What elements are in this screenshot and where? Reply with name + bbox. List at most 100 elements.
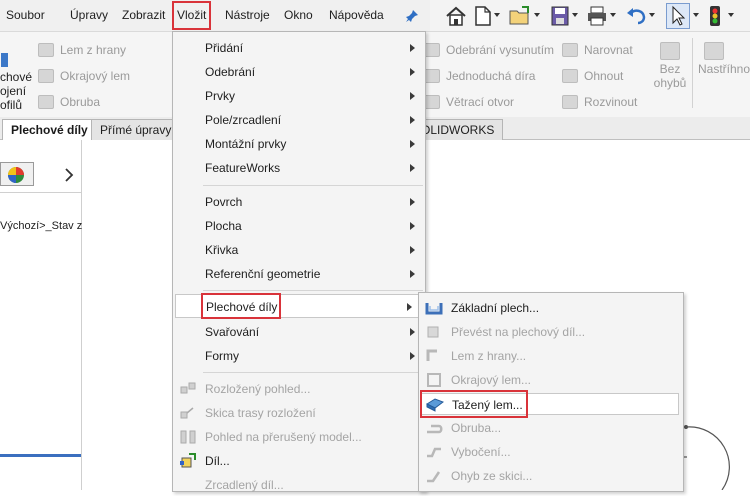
submenu-item-obruba[interactable]: Obruba... bbox=[419, 417, 683, 439]
menu-item-referencni-geometrie[interactable]: Referenční geometrie bbox=[173, 263, 425, 285]
ribbon-hem[interactable]: Obruba bbox=[38, 92, 100, 112]
ribbon-left-fragment[interactable]: chové ojení ofilů bbox=[0, 70, 32, 112]
chevron-down-icon[interactable] bbox=[649, 13, 655, 17]
menu-item-montazni-prvky[interactable]: Montážní prvky bbox=[173, 133, 425, 155]
edge-flange-icon bbox=[38, 43, 54, 57]
chevron-right-icon[interactable] bbox=[64, 168, 74, 182]
tab-direct-editing[interactable]: Přímé úpravy bbox=[91, 119, 181, 140]
menu-item-svarovani[interactable]: Svařování bbox=[173, 321, 425, 343]
menu-separator bbox=[203, 185, 423, 186]
appearance-tab[interactable] bbox=[0, 162, 34, 186]
open-folder-icon[interactable] bbox=[508, 5, 532, 27]
menu-item-plocha[interactable]: Plocha bbox=[173, 215, 425, 237]
base-flange-icon bbox=[425, 303, 443, 315]
unfold-icon bbox=[562, 43, 578, 57]
sheet-metal-submenu: Základní plech... Převést na plechový dí… bbox=[418, 292, 684, 492]
submenu-item-zakladni-plech[interactable]: Základní plech... bbox=[419, 297, 683, 319]
ribbon-flatten[interactable]: Rozvinout bbox=[562, 92, 637, 112]
submenu-arrow-icon bbox=[410, 140, 415, 148]
feature-manager-panel: Výchozí>_Stav z bbox=[0, 140, 82, 490]
sheet-metal-icon bbox=[1, 53, 8, 67]
menu-item-rozlozeny-pohled[interactable]: Rozložený pohled... bbox=[173, 378, 425, 400]
ribbon-no-bends[interactable]: Bez ohybů bbox=[652, 42, 688, 90]
configuration-label[interactable]: Výchozí>_Stav z bbox=[0, 220, 82, 232]
ribbon-rip[interactable]: Nastříhno bbox=[698, 42, 750, 76]
appearance-ball-icon bbox=[8, 167, 24, 183]
ribbon-fold[interactable]: Ohnout bbox=[562, 66, 623, 86]
menu-zobrazit[interactable]: Zobrazit bbox=[122, 0, 165, 31]
submenu-item-okrajovy-lem[interactable]: Okrajový lem... bbox=[419, 369, 683, 391]
chevron-down-icon[interactable] bbox=[610, 13, 616, 17]
menu-item-povrch[interactable]: Povrch bbox=[173, 191, 425, 213]
submenu-arrow-icon bbox=[407, 303, 412, 311]
extruded-cut-icon bbox=[424, 43, 440, 57]
chevron-down-icon[interactable] bbox=[693, 13, 699, 17]
menu-item-prvky[interactable]: Prvky bbox=[173, 85, 425, 107]
submenu-item-vyboceni[interactable]: Vybočení... bbox=[419, 441, 683, 463]
menu-item-pole-zrcadleni[interactable]: Pole/zrcadlení bbox=[173, 109, 425, 131]
submenu-arrow-icon bbox=[410, 68, 415, 76]
chevron-down-icon[interactable] bbox=[728, 13, 734, 17]
menu-item-featureworks[interactable]: FeatureWorks bbox=[173, 157, 425, 179]
submenu-arrow-icon bbox=[410, 198, 415, 206]
menu-item-krivka[interactable]: Křivka bbox=[173, 239, 425, 261]
new-document-icon[interactable] bbox=[474, 5, 492, 27]
submenu-arrow-icon bbox=[410, 92, 415, 100]
menu-item-dil[interactable]: Díl... bbox=[173, 450, 425, 472]
menu-okno[interactable]: Okno bbox=[284, 0, 313, 31]
home-icon[interactable] bbox=[445, 5, 467, 27]
rip-icon bbox=[704, 42, 724, 60]
hem-icon bbox=[38, 95, 54, 109]
ribbon-miter-flange[interactable]: Okrajový lem bbox=[38, 66, 130, 86]
menu-item-skica-trasy-rozlozeni[interactable]: Skica trasy rozložení bbox=[173, 402, 425, 424]
break-view-icon bbox=[180, 430, 196, 444]
pin-icon[interactable] bbox=[405, 9, 419, 23]
panel-divider bbox=[0, 192, 81, 193]
tab-sheet-metal[interactable]: Plechové díly bbox=[2, 119, 97, 140]
traffic-light-icon[interactable] bbox=[709, 5, 721, 27]
menu-bar: Soubor Úpravy Zobrazit Vložit Nástroje O… bbox=[0, 0, 430, 31]
panel-splitter[interactable] bbox=[0, 454, 81, 457]
menu-upravy[interactable]: Úpravy bbox=[70, 0, 108, 31]
menu-napoveda[interactable]: Nápověda bbox=[329, 0, 384, 31]
undo-icon[interactable] bbox=[625, 5, 647, 27]
submenu-arrow-icon bbox=[410, 116, 415, 124]
submenu-item-ohyb-ze-skici[interactable]: Ohyb ze skici... bbox=[419, 465, 683, 487]
select-button[interactable] bbox=[666, 3, 690, 29]
menu-item-pridani[interactable]: Přidání bbox=[173, 37, 425, 59]
select-cursor-icon bbox=[672, 5, 686, 26]
menu-item-zrcadleny-dil[interactable]: Zrcadlený díl... bbox=[173, 474, 425, 496]
explode-line-sketch-icon bbox=[180, 407, 194, 419]
menu-item-pohled-na-preruseny-model[interactable]: Pohled na přerušený model... bbox=[173, 426, 425, 448]
chevron-down-icon[interactable] bbox=[494, 13, 500, 17]
ribbon-simple-hole[interactable]: Jednoduchá díra bbox=[424, 66, 535, 86]
submenu-arrow-icon bbox=[410, 164, 415, 172]
submenu-item-prevest-na-plechovy-dil[interactable]: Převést na plechový díl... bbox=[419, 321, 683, 343]
hem-icon bbox=[427, 424, 443, 434]
insert-menu: Přidání Odebrání Prvky Pole/zrcadlení Mo… bbox=[172, 31, 426, 492]
menu-separator bbox=[203, 372, 423, 373]
simple-hole-icon bbox=[424, 69, 440, 83]
submenu-arrow-icon bbox=[410, 222, 415, 230]
ribbon-divider bbox=[692, 38, 693, 108]
convert-to-sheet-metal-icon bbox=[427, 326, 439, 338]
ribbon-extruded-cut[interactable]: Odebrání vysunutím bbox=[424, 40, 554, 60]
chevron-down-icon[interactable] bbox=[534, 13, 540, 17]
ribbon-vent[interactable]: Větrací otvor bbox=[424, 92, 514, 112]
print-icon[interactable] bbox=[586, 5, 608, 27]
menu-nastroje[interactable]: Nástroje bbox=[225, 0, 270, 31]
sketched-bend-icon bbox=[427, 471, 441, 483]
chevron-down-icon[interactable] bbox=[572, 13, 578, 17]
quick-access-toolbar bbox=[430, 0, 750, 31]
menu-vlozit[interactable]: Vložit bbox=[172, 1, 212, 30]
menu-item-formy[interactable]: Formy bbox=[173, 345, 425, 367]
menu-soubor[interactable]: Soubor bbox=[6, 0, 45, 31]
submenu-item-lem-z-hrany[interactable]: Lem z hrany... bbox=[419, 345, 683, 367]
ribbon-edge-flange[interactable]: Lem z hrany bbox=[38, 40, 126, 60]
ribbon-unfold[interactable]: Narovnat bbox=[562, 40, 633, 60]
save-icon[interactable] bbox=[550, 5, 570, 27]
submenu-arrow-icon bbox=[410, 246, 415, 254]
menu-item-odebrani[interactable]: Odebrání bbox=[173, 61, 425, 83]
submenu-arrow-icon bbox=[410, 270, 415, 278]
submenu-arrow-icon bbox=[410, 44, 415, 52]
